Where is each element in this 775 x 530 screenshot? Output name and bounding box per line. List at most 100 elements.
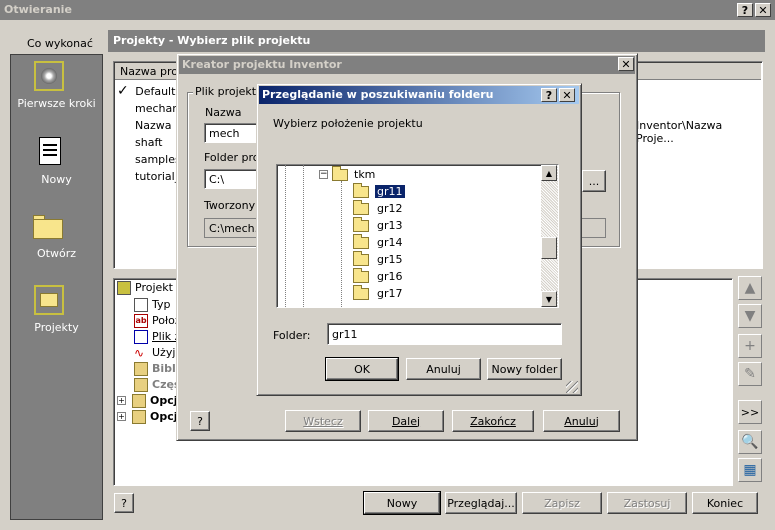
left-item-projects[interactable]: Projekty xyxy=(11,283,102,343)
folder-icon xyxy=(332,165,348,181)
options-icon xyxy=(132,409,146,424)
project-row-default[interactable]: ✓ Default xyxy=(117,83,175,99)
find-icon[interactable]: 🔍 xyxy=(738,430,762,454)
expand-icon[interactable]: + xyxy=(117,396,126,405)
wizard-titlebar: Kreator projektu Inventor xyxy=(179,56,635,74)
collapse-icon[interactable]: − xyxy=(319,170,328,179)
folder-dialog-title: Przeglądanie w poszukiwaniu folderu xyxy=(262,88,494,101)
edit-button[interactable]: ✎ xyxy=(738,362,762,386)
finish-button-label: Zakończ xyxy=(470,414,516,428)
folder-dialog-close-button[interactable]: ✕ xyxy=(559,88,575,102)
folder-node-gr11[interactable]: gr11 xyxy=(353,182,406,200)
wizard-cancel-label: Anuluj xyxy=(564,414,599,428)
wizard-help-button[interactable]: ? xyxy=(190,411,210,431)
projects-icon xyxy=(34,285,64,315)
projects-header-text: Projekty - Wybierz plik projektu xyxy=(113,34,311,47)
folder-icon xyxy=(353,267,369,283)
tree-row-type[interactable]: Typ xyxy=(134,296,171,313)
scroll-down-arrow[interactable]: ▼ xyxy=(541,291,557,307)
folder-input[interactable]: C:\ xyxy=(204,169,264,189)
options-icon xyxy=(132,393,146,408)
tree-row-options[interactable]: + Opcje xyxy=(117,392,185,409)
folder-dialog-titlebar: Przeglądanie w poszukiwaniu folderu xyxy=(259,86,579,104)
expand-icon[interactable]: + xyxy=(117,412,126,421)
resize-grip-icon[interactable] xyxy=(566,381,578,393)
folder-node-gr13[interactable]: gr13 xyxy=(353,216,405,234)
add-button[interactable]: + xyxy=(738,334,762,358)
project-file-group-label: Plik projektu xyxy=(193,85,266,98)
back-button[interactable]: Wstecz xyxy=(285,410,361,432)
folder-icon xyxy=(353,233,369,249)
created-label: Tworzony xyxy=(204,199,256,212)
folder-dialog-help-button[interactable]: ? xyxy=(541,88,557,102)
map-icon[interactable]: ▦ xyxy=(738,458,762,482)
folder-cancel-button[interactable]: Anuluj xyxy=(406,358,481,380)
main-close-button[interactable]: ✕ xyxy=(755,3,771,17)
new-project-button[interactable]: Nowy xyxy=(363,491,441,515)
tree-row-project[interactable]: Projekt xyxy=(117,279,173,296)
left-item-getting-started[interactable]: Pierwsze kroki xyxy=(11,59,102,119)
tree-line xyxy=(285,165,286,307)
folder-node-gr14[interactable]: gr14 xyxy=(353,233,405,251)
use-icon: ∿ xyxy=(134,345,145,360)
check-icon: ✓ xyxy=(117,83,129,99)
move-up-button[interactable]: ▲ xyxy=(738,276,762,300)
wizard-browse-button[interactable]: ... xyxy=(582,170,606,192)
name-label: Nazwa xyxy=(205,106,242,119)
apply-button[interactable]: Zastosuj xyxy=(607,492,687,514)
folder-icon xyxy=(353,199,369,215)
project-row[interactable]: shaft xyxy=(135,136,162,149)
scroll-up-arrow[interactable]: ▲ xyxy=(541,165,557,181)
name-input-value: mech xyxy=(209,127,240,140)
folder-input-value: C:\ xyxy=(209,173,225,186)
folder-node-label: gr13 xyxy=(377,219,403,232)
left-panel: Pierwsze kroki Nowy Otwórz Projekty xyxy=(10,54,103,520)
folder-icon xyxy=(353,284,369,300)
new-folder-button[interactable]: Nowy folder xyxy=(487,358,562,380)
back-button-label: Wstecz xyxy=(303,414,343,428)
folder-node-gr16[interactable]: gr16 xyxy=(353,267,405,285)
wizard-cancel-button[interactable]: Anuluj xyxy=(543,410,620,432)
tree-label: Użyj xyxy=(152,346,176,359)
next-button[interactable]: Dalej xyxy=(368,410,444,432)
folder-node-label: gr12 xyxy=(377,202,403,215)
new-document-icon xyxy=(39,137,61,165)
folder-ok-button[interactable]: OK xyxy=(325,357,399,381)
folder-icon xyxy=(353,250,369,266)
folder-node-gr17[interactable]: gr17 xyxy=(353,284,405,302)
left-item-open[interactable]: Otwórz xyxy=(11,211,102,271)
getting-started-icon xyxy=(34,61,64,91)
library-icon xyxy=(134,361,148,376)
folder-tree[interactable]: − tkm gr11 gr12 gr13 gr14 gr15 gr16 gr17… xyxy=(276,164,559,308)
type-icon xyxy=(134,297,148,312)
scroll-thumb[interactable] xyxy=(541,237,557,259)
save-button[interactable]: Zapisz xyxy=(522,492,602,514)
left-item-new[interactable]: Nowy xyxy=(11,135,102,195)
folder-node-gr15[interactable]: gr15 xyxy=(353,250,405,268)
name-input[interactable]: mech xyxy=(204,123,264,143)
folder-tree-scrollbar[interactable] xyxy=(541,165,558,307)
folder-node-label: tkm xyxy=(354,168,376,181)
finish-button[interactable]: Zakończ xyxy=(452,410,534,432)
tree-row-use[interactable]: ∿ Użyj xyxy=(134,344,175,361)
folder-name-input[interactable]: gr11 xyxy=(327,323,562,345)
file-icon xyxy=(134,329,148,344)
main-window-title: Otwieranie xyxy=(4,3,72,16)
bottom-help-button[interactable]: ? xyxy=(114,493,134,513)
left-item-label: Otwórz xyxy=(37,247,76,260)
browse-button[interactable]: Przeglądaj... xyxy=(445,492,517,514)
folder-dialog-prompt: Wybierz położenie projektu xyxy=(273,117,423,130)
main-help-button[interactable]: ? xyxy=(737,3,753,17)
open-folder-icon xyxy=(33,215,63,239)
project-row[interactable]: samples xyxy=(135,153,181,166)
folder-node-gr12[interactable]: gr12 xyxy=(353,199,405,217)
left-item-label: Nowy xyxy=(41,173,72,186)
tree-row-file[interactable]: Plik z xyxy=(134,328,180,345)
end-button[interactable]: Koniec xyxy=(692,492,758,514)
wizard-close-button[interactable]: ✕ xyxy=(618,57,634,71)
folder-node-label: gr14 xyxy=(377,236,403,249)
move-down-button[interactable]: ▼ xyxy=(738,304,762,328)
tree-row-options[interactable]: + Opcje xyxy=(117,408,185,425)
folder-node-tkm[interactable]: − tkm xyxy=(319,165,376,183)
expand-all-button[interactable]: >> xyxy=(738,400,762,424)
